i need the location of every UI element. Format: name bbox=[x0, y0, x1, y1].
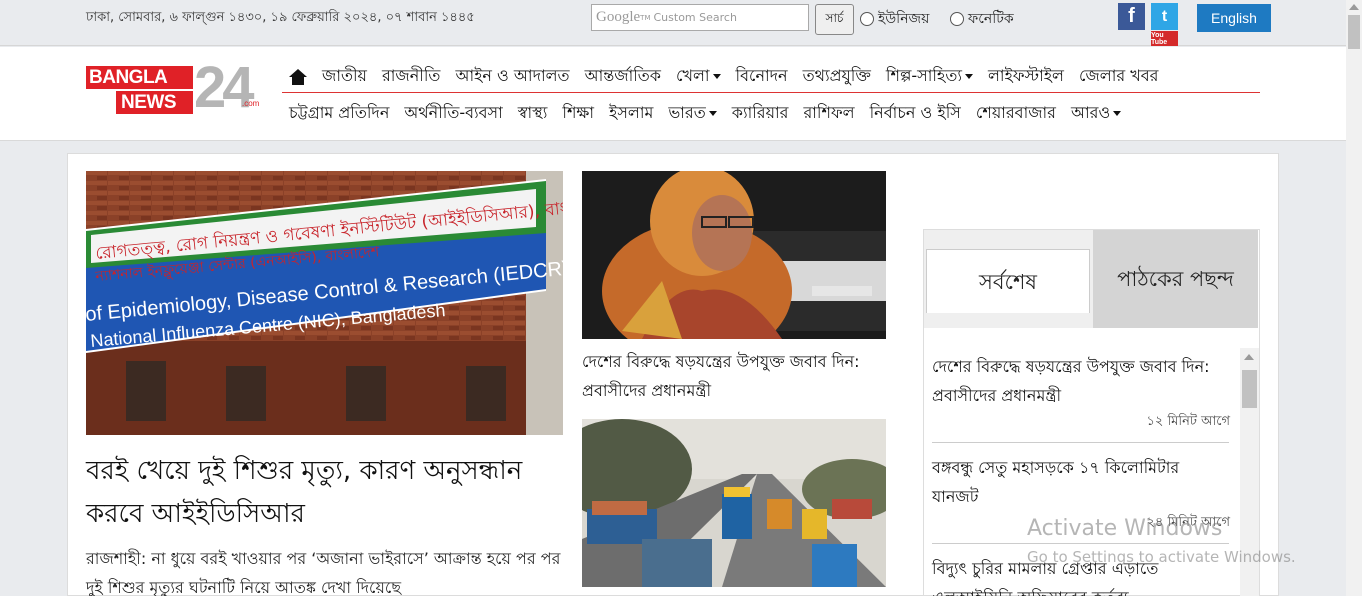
nav-item-health[interactable]: স্বাস্থ্য bbox=[518, 100, 548, 127]
list-divider bbox=[932, 442, 1229, 443]
site-logo[interactable]: BANGLA NEWS 24 .com bbox=[86, 57, 264, 119]
list-item-title: দেশের বিরুদ্ধে ষড়যন্ত্রের উপযুক্ত জবাব … bbox=[932, 357, 1210, 405]
nav-item-art-literature[interactable]: শিল্প-সাহিত্য bbox=[886, 63, 973, 90]
story2-title[interactable]: দেশের বিরুদ্ধে ষড়যন্ত্রের উপযুক্ত জবাব … bbox=[582, 347, 882, 405]
radio-unijoy-label: ইউনিজয় bbox=[878, 11, 930, 27]
nav-item-art-literature-label: শিল্প-সাহিত্য bbox=[885, 66, 962, 85]
tab-latest[interactable]: সর্বশেষ bbox=[926, 249, 1090, 313]
search-input[interactable]: Google TM Custom Search bbox=[591, 4, 809, 31]
radio-unijoy-circle[interactable] bbox=[860, 12, 874, 26]
nav-item-more-label: আরও bbox=[1071, 103, 1111, 122]
twitter-icon[interactable]: t bbox=[1151, 3, 1178, 30]
nav-item-entertainment[interactable]: বিনোদন bbox=[736, 63, 788, 90]
nav-item-sports-label: খেলা bbox=[675, 66, 710, 85]
nav-item-district-news[interactable]: জেলার খবর bbox=[1079, 63, 1158, 90]
nav-item-chattogram[interactable]: চট্টগ্রাম প্রতিদিন bbox=[289, 100, 389, 127]
lead-story-summary: রাজশাহী: না ধুয়ে বরই খাওয়ার পর ‘অজানা … bbox=[86, 549, 561, 596]
nav-item-india[interactable]: ভারত bbox=[668, 100, 717, 127]
nav-item-tech[interactable]: তথ্যপ্রযুক্তি bbox=[803, 63, 871, 90]
story3-image[interactable] bbox=[582, 419, 886, 587]
page-scrollbar[interactable] bbox=[1346, 0, 1362, 596]
nav-item-sharemarket[interactable]: শেয়ারবাজার bbox=[976, 100, 1056, 127]
list-item-time: ১২ মিনিট আগে bbox=[1146, 414, 1230, 429]
nav-item-politics[interactable]: রাজনীতি bbox=[382, 63, 440, 90]
chevron-down-icon bbox=[964, 74, 973, 79]
nav-item-election[interactable]: নির্বাচন ও ইসি bbox=[870, 100, 961, 127]
radio-phonetic-label: ফনেটিক bbox=[968, 11, 1014, 27]
page-scrollbar-thumb[interactable] bbox=[1348, 15, 1360, 49]
highway-traffic-photo bbox=[582, 419, 886, 587]
scroll-up-arrow-icon[interactable] bbox=[1349, 4, 1359, 10]
radio-phonetic-circle[interactable] bbox=[950, 12, 964, 26]
facebook-icon[interactable]: f bbox=[1118, 3, 1145, 30]
site-header: BANGLA NEWS 24 .com জাতীয় রাজনীতি আইন ও… bbox=[0, 47, 1346, 141]
nav-item-law-court[interactable]: আইন ও আদালত bbox=[455, 63, 569, 90]
search-placeholder: Custom Search bbox=[653, 11, 737, 24]
activation-watermark-subtitle: Go to Settings to activate Windows. bbox=[1027, 548, 1296, 566]
english-button[interactable]: English bbox=[1197, 4, 1271, 32]
main-nav: জাতীয় রাজনীতি আইন ও আদালত আন্তর্জাতিক খ… bbox=[289, 63, 1173, 90]
lead-story-image[interactable]: রোগতত্ত্ব, রোগ নিয়ন্ত্রণ ও গবেষণা ইনস্ট… bbox=[86, 171, 563, 435]
story2-image[interactable] bbox=[582, 171, 886, 339]
nav-item-india-label: ভারত bbox=[668, 103, 706, 122]
home-icon[interactable] bbox=[289, 68, 307, 85]
activation-watermark-title: Activate Windows bbox=[1027, 516, 1223, 541]
google-logo: Google bbox=[596, 9, 641, 25]
sidebar-scrollbar-thumb[interactable] bbox=[1242, 370, 1257, 408]
nav-item-career[interactable]: ক্যারিয়ার bbox=[732, 100, 789, 127]
iedcr-sign-photo: রোগতত্ত্ব, রোগ নিয়ন্ত্রণ ও গবেষণা ইনস্ট… bbox=[86, 171, 563, 435]
nav-item-international[interactable]: আন্তর্জাতিক bbox=[585, 63, 661, 90]
tab-readers-choice[interactable]: পাঠকের পছন্দ bbox=[1093, 230, 1258, 328]
logo-news: NEWS bbox=[116, 91, 193, 114]
list-divider bbox=[932, 543, 1229, 544]
nav-item-economy[interactable]: অর্থনীতি-ব্যবসা bbox=[404, 100, 502, 127]
nav-divider bbox=[282, 92, 1260, 93]
secondary-nav: চট্টগ্রাম প্রতিদিন অর্থনীতি-ব্যবসা স্বাস… bbox=[289, 100, 1136, 127]
radio-phonetic[interactable]: ফনেটিক bbox=[950, 7, 1014, 31]
search-button[interactable]: সার্চ bbox=[815, 4, 854, 35]
radio-unijoy[interactable]: ইউনিজয় bbox=[860, 7, 929, 31]
logo-bangla: BANGLA bbox=[86, 66, 193, 89]
top-bar: ঢাকা, সোমবার, ৬ ফাল্গুন ১৪৩০, ১৯ ফেব্রুয… bbox=[0, 0, 1346, 46]
nav-item-education[interactable]: শিক্ষা bbox=[562, 100, 594, 127]
nav-item-horoscope[interactable]: রাশিফল bbox=[803, 100, 854, 127]
nav-item-islam[interactable]: ইসলাম bbox=[609, 100, 653, 127]
nav-item-lifestyle[interactable]: লাইফস্টাইল bbox=[988, 63, 1064, 90]
chevron-down-icon bbox=[712, 74, 721, 79]
nav-item-national[interactable]: জাতীয় bbox=[322, 63, 367, 90]
current-date: ঢাকা, সোমবার, ৬ ফাল্গুন ১৪৩০, ১৯ ফেব্রুয… bbox=[86, 10, 475, 25]
nav-item-sports[interactable]: খেলা bbox=[676, 63, 721, 90]
chevron-down-icon bbox=[1113, 111, 1122, 116]
list-item-title: বঙ্গবন্ধু সেতু মহাসড়কে ১৭ কিলোমিটার যান… bbox=[932, 458, 1180, 506]
logo-24: 24 bbox=[194, 55, 254, 120]
youtube-icon[interactable]: You Tube bbox=[1151, 31, 1178, 46]
google-trademark: TM bbox=[640, 13, 651, 22]
logo-dotcom: .com bbox=[242, 99, 260, 108]
list-item[interactable]: দেশের বিরুদ্ধে ষড়যন্ত্রের উপযুক্ত জবাব … bbox=[932, 352, 1230, 433]
lead-story-title[interactable]: বরই খেয়ে দুই শিশুর মৃত্যু, কারণ অনুসন্ধ… bbox=[86, 450, 564, 536]
scroll-up-arrow-icon[interactable] bbox=[1244, 354, 1254, 360]
prime-minister-photo bbox=[582, 171, 886, 339]
nav-item-more[interactable]: আরও bbox=[1071, 100, 1122, 127]
chevron-down-icon bbox=[708, 111, 717, 116]
